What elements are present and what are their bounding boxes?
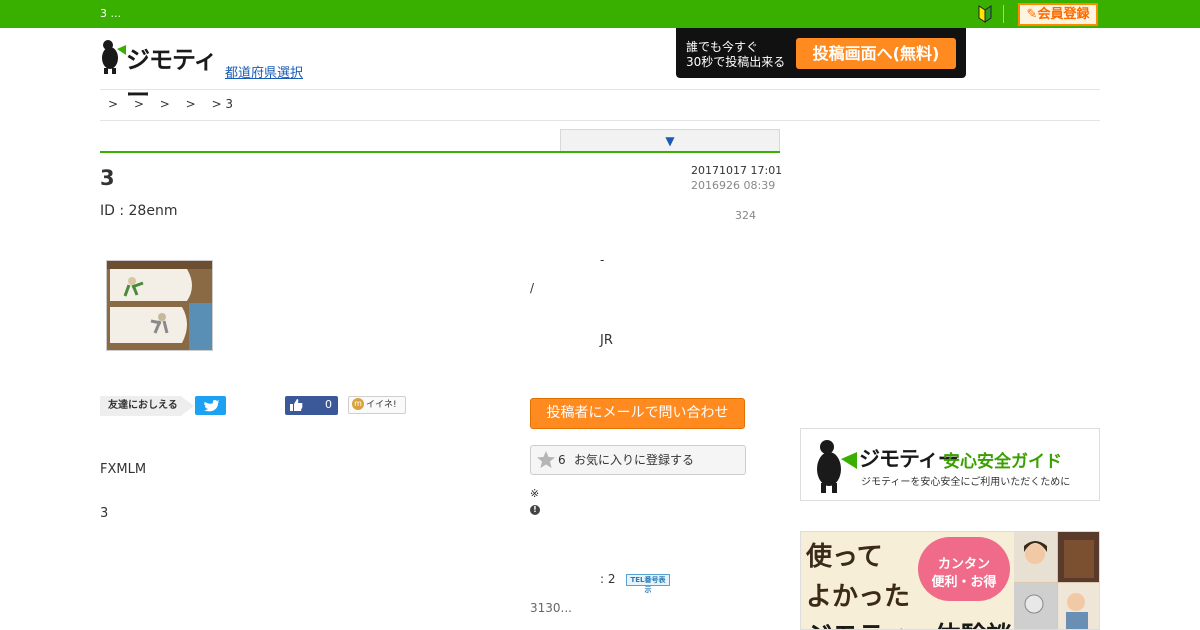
add-favorite-button[interactable]: 6 お気に入りに登録する bbox=[530, 445, 746, 475]
top-breadcrumb[interactable]: 3 ... bbox=[100, 7, 121, 20]
favorite-count: 6 bbox=[558, 453, 566, 467]
post-title: 3 bbox=[100, 166, 115, 190]
iine-button[interactable]: m イイネ! bbox=[348, 396, 406, 414]
breadcrumb: > > > > > 3 bbox=[108, 97, 245, 111]
breadcrumb-item[interactable]: > bbox=[160, 97, 170, 111]
breadcrumb-item[interactable]: > bbox=[108, 97, 118, 111]
breadcrumb-item: > 3 bbox=[211, 97, 234, 111]
triangle-down-icon: ▼ bbox=[665, 134, 675, 148]
exp-line3: ジモティー体験談 bbox=[806, 616, 1012, 629]
topbar-divider bbox=[1003, 5, 1004, 23]
share-friends-label: 友達におしえる bbox=[100, 396, 194, 416]
post-banner-line2: 30秒で投稿出来る bbox=[686, 55, 786, 69]
content-divider bbox=[100, 151, 780, 153]
exp-bubble-line1: カンタン bbox=[937, 557, 990, 572]
thumbs-up-icon bbox=[290, 399, 303, 411]
safety-guide-banner[interactable]: ジモティー 安心安全ガイド ジモティーを安心安全にご利用いただくために bbox=[800, 428, 1100, 501]
tel-count: : 2 bbox=[600, 572, 616, 586]
detail-station: JR bbox=[600, 333, 613, 348]
thumbnail-illustration bbox=[107, 261, 212, 350]
post-button[interactable]: 投稿画面へ(無料) bbox=[796, 38, 956, 69]
pencil-icon: ✎ bbox=[1026, 7, 1038, 22]
experience-stories-banner[interactable]: 使って よかった ジモティー体験談 カンタン 便利・お得 bbox=[800, 531, 1100, 630]
updated-date: 20171017 17:01 bbox=[691, 164, 783, 177]
post-banner[interactable]: 誰でも今すぐ 30秒で投稿出来る 投稿画面へ(無料) bbox=[676, 28, 966, 78]
like-count: 0 bbox=[325, 398, 332, 411]
favorite-label: お気に入りに登録する bbox=[574, 453, 695, 467]
user-photos bbox=[1014, 532, 1099, 629]
twitter-bird-icon bbox=[204, 400, 219, 412]
breadcrumb-divider bbox=[100, 120, 1100, 121]
post-thumbnail[interactable] bbox=[106, 260, 213, 351]
guide-subtitle: ジモティーを安心安全にご利用いただくために bbox=[861, 477, 1071, 488]
detail-dash: - bbox=[600, 253, 605, 267]
exp-line1: 使って bbox=[806, 542, 883, 572]
category-dropdown-toggle[interactable]: ▼ bbox=[560, 129, 780, 151]
mixi-icon: m bbox=[352, 398, 364, 410]
note-mark: ※ bbox=[530, 487, 540, 500]
post-body-line: FXMLM bbox=[100, 462, 147, 477]
site-logo[interactable]: ジモティー bbox=[100, 38, 224, 109]
star-icon bbox=[537, 451, 555, 468]
breadcrumb-item[interactable]: > bbox=[186, 97, 196, 111]
posted-date: 2016926 08:39 bbox=[691, 179, 776, 192]
post-id: ID : 28enm bbox=[100, 203, 178, 219]
breadcrumb-item[interactable]: > bbox=[134, 97, 144, 111]
contact-code: 3130... bbox=[530, 601, 572, 615]
facebook-like-button[interactable]: 0 bbox=[285, 396, 338, 415]
exp-bubble: カンタン 便利・お得 bbox=[918, 537, 1010, 601]
bear-megaphone-icon bbox=[817, 440, 857, 493]
exp-bubble-line2: 便利・お得 bbox=[931, 575, 997, 590]
exp-line2: よかった bbox=[806, 582, 911, 612]
contact-by-mail-button[interactable]: 投稿者にメールで問い合わせ bbox=[530, 398, 745, 429]
view-count: 324 bbox=[735, 209, 756, 222]
beginner-mark-icon[interactable] bbox=[978, 5, 992, 23]
twitter-share-button[interactable] bbox=[195, 396, 226, 415]
header-divider bbox=[100, 89, 1100, 90]
top-bar: 3 ... ✎会員登録 bbox=[0, 0, 1200, 28]
prefecture-select-link[interactable]: 都道府県選択 bbox=[225, 62, 303, 81]
tel-display-badge[interactable]: TEL番号表示 bbox=[626, 574, 670, 594]
detail-slash: / bbox=[530, 281, 535, 295]
bear-mascot-icon bbox=[102, 40, 126, 74]
register-button[interactable]: ✎会員登録 bbox=[1018, 3, 1098, 26]
guide-title: 安心安全ガイド bbox=[943, 452, 1062, 472]
warning-icon: ! bbox=[530, 505, 540, 515]
post-body-line: 3 bbox=[100, 506, 109, 521]
